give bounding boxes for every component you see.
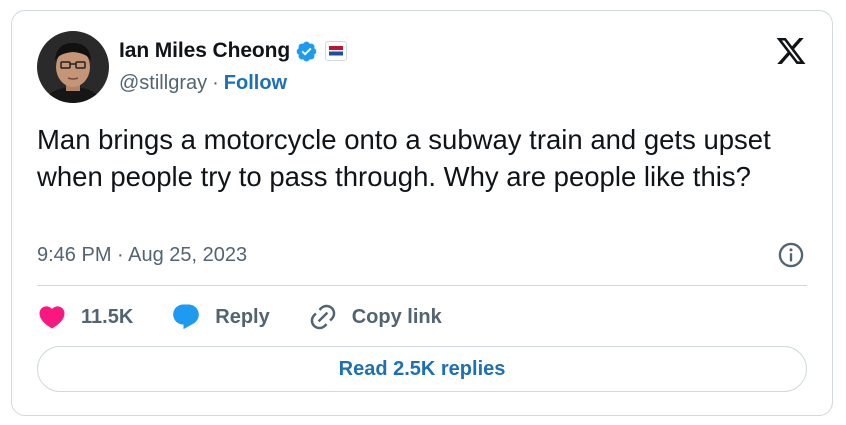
avatar-image: [37, 31, 109, 103]
avatar[interactable]: [37, 31, 109, 103]
tweet-card: Ian Miles Cheong @stillgray · Follow Man…: [11, 10, 833, 416]
link-icon: [310, 304, 336, 330]
author-display-name[interactable]: Ian Miles Cheong: [119, 39, 290, 63]
like-button[interactable]: 11.5K: [37, 302, 133, 332]
tweet-text: Man brings a motorcycle onto a subway tr…: [37, 124, 771, 192]
follow-button[interactable]: Follow: [224, 72, 287, 95]
copy-link-button[interactable]: Copy link: [308, 302, 442, 332]
x-logo-icon[interactable]: [774, 35, 808, 67]
action-bar: 11.5K Reply Copy link: [37, 301, 480, 333]
reply-bubble-icon: [173, 304, 200, 330]
read-replies-button[interactable]: Read 2.5K replies: [37, 346, 807, 392]
divider: [37, 285, 807, 286]
author-handle[interactable]: @stillgray: [119, 72, 207, 95]
affiliate-badge-icon[interactable]: [325, 41, 348, 61]
reply-button[interactable]: Reply: [171, 302, 270, 332]
tweet-timestamp[interactable]: 9:46 PM · Aug 25, 2023: [37, 241, 247, 269]
copy-link-label: Copy link: [351, 305, 442, 328]
handle-separator: ·: [212, 71, 219, 94]
like-count: 11.5K: [81, 305, 134, 328]
author-name-row: Ian Miles Cheong: [119, 36, 348, 66]
reply-label: Reply: [215, 305, 270, 328]
verified-badge-icon: [296, 41, 317, 61]
heart-icon: [39, 306, 65, 329]
author-handle-row: @stillgray · Follow: [119, 69, 287, 97]
info-icon[interactable]: [777, 241, 805, 269]
